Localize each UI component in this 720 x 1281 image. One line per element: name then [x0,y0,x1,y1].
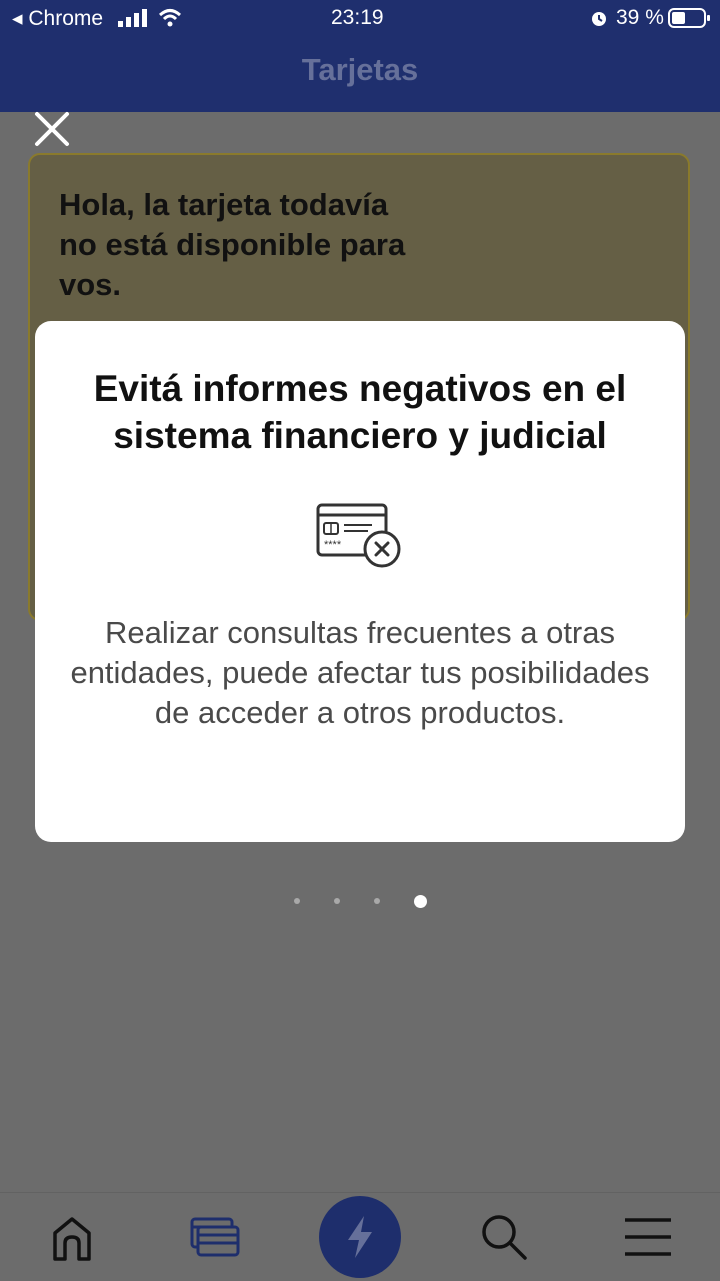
menu-icon [625,1218,671,1256]
quick-action-button[interactable] [319,1196,401,1278]
page-title: Tarjetas [301,52,419,87]
pagination-dot[interactable] [293,898,300,904]
dialog-title: Evitá informes negativos en el sistema f… [93,368,627,456]
pagination-dots [0,894,720,908]
lightning-icon [348,1216,372,1258]
signal-icon [118,9,147,27]
search-icon [482,1215,527,1260]
back-to-app-link[interactable]: ◂ Chrome [12,6,103,31]
tab-search[interactable] [458,1193,548,1281]
status-bar: ◂ Chrome 23:19 39 % [0,0,720,38]
credit-card-rejected-icon: **** [316,503,401,568]
battery-percentage: 39 % [616,6,664,29]
app-header: Tarjetas [0,38,720,112]
cards-icon [190,1217,240,1257]
wifi-icon [158,9,182,27]
pagination-dot-active[interactable] [413,894,427,908]
notice-text: Hola, la tarjeta todavía no está disponi… [59,187,406,302]
svg-text:****: **** [324,539,342,551]
alarm-icon [592,12,606,26]
tab-cards[interactable] [170,1193,260,1281]
status-time: 23:19 [331,6,384,29]
tab-menu[interactable] [603,1193,693,1281]
dialog-body: Realizar consultas frecuentes a otras en… [70,615,650,730]
close-icon[interactable] [30,110,76,150]
info-dialog: Evitá informes negativos en el sistema f… [35,321,685,842]
tab-home[interactable] [27,1193,117,1281]
battery-icon [668,8,710,28]
pagination-dot[interactable] [333,898,340,904]
home-icon [53,1217,91,1261]
pagination-dot[interactable] [373,898,380,904]
